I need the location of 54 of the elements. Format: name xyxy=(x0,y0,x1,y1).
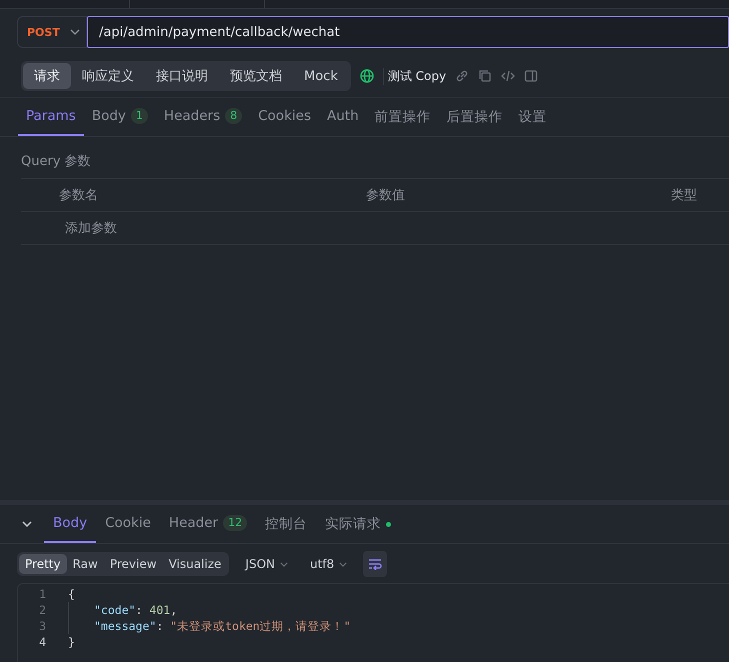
code-line: } xyxy=(68,635,75,649)
line-number: 3 xyxy=(38,619,46,633)
request-tab[interactable]: Body 1 xyxy=(84,108,156,136)
response-tab[interactable]: 控制台 xyxy=(256,515,316,543)
request-tab[interactable]: 前置操作 xyxy=(366,108,439,136)
request-tab[interactable]: Params xyxy=(18,108,84,136)
count-badge: 8 xyxy=(225,108,242,124)
view-mode-tab[interactable]: Pretty xyxy=(19,554,67,574)
view-mode-tab[interactable]: Raw xyxy=(66,554,104,574)
word-wrap-button[interactable] xyxy=(363,551,388,577)
code-line: "code": 401, xyxy=(93,603,178,617)
chevron-down-icon xyxy=(339,562,348,566)
globe-icon xyxy=(360,69,374,83)
request-tab[interactable]: Headers 8 xyxy=(156,108,250,136)
request-tab[interactable]: Auth xyxy=(318,108,367,136)
column-header: 参数值 xyxy=(366,187,406,204)
response-tab[interactable]: 实际请求 xyxy=(316,515,390,543)
add-parameter-field[interactable]: 添加参数 xyxy=(65,219,117,237)
wrap-icon xyxy=(368,558,382,570)
view-mode-tab[interactable]: Preview xyxy=(104,554,163,574)
url-field[interactable]: /api/admin/payment/callback/wechat xyxy=(87,16,729,48)
line-number: 4 xyxy=(38,635,46,649)
doc-tab[interactable]: 响应定义 xyxy=(71,63,145,89)
code-icon[interactable] xyxy=(501,69,516,83)
chevron-down-icon[interactable] xyxy=(22,521,32,527)
request-tab[interactable]: 设置 xyxy=(510,108,555,136)
response-tab[interactable]: Cookie xyxy=(96,515,160,543)
code-line: "message": "未登录或token过期，请登录！" xyxy=(93,618,351,634)
chevron-down-icon xyxy=(70,29,80,35)
encoding-dropdown[interactable]: utf8 xyxy=(304,557,354,571)
request-tab[interactable]: 后置操作 xyxy=(438,108,511,136)
column-header: 类型 xyxy=(671,187,697,204)
response-tab[interactable]: Header 12 xyxy=(160,515,256,543)
response-tab[interactable]: Body xyxy=(44,515,96,543)
line-number: 1 xyxy=(38,587,46,601)
count-badge: 1 xyxy=(130,108,148,124)
doc-tab[interactable]: Mock xyxy=(293,63,349,89)
code-line: { xyxy=(68,587,75,601)
doc-tab[interactable]: 预览文档 xyxy=(219,63,293,89)
doc-tab[interactable]: 请求 xyxy=(23,63,71,89)
panel-icon[interactable] xyxy=(524,69,538,83)
section-title: Query 参数 xyxy=(21,153,92,171)
count-badge: 12 xyxy=(223,515,248,531)
view-mode-tab[interactable]: Visualize xyxy=(162,554,228,574)
chevron-down-icon xyxy=(280,562,288,566)
environment-button[interactable]: 测试 Copy xyxy=(382,68,446,84)
copy-icon[interactable] xyxy=(478,69,492,83)
method-select[interactable]: POST xyxy=(17,16,87,48)
column-header: 参数名 xyxy=(59,187,99,204)
format-dropdown[interactable]: JSON xyxy=(239,557,294,571)
link-icon[interactable] xyxy=(455,69,470,83)
line-number: 2 xyxy=(38,603,46,617)
request-tab[interactable]: Cookies xyxy=(250,108,319,136)
doc-tab[interactable]: 接口说明 xyxy=(145,63,219,89)
